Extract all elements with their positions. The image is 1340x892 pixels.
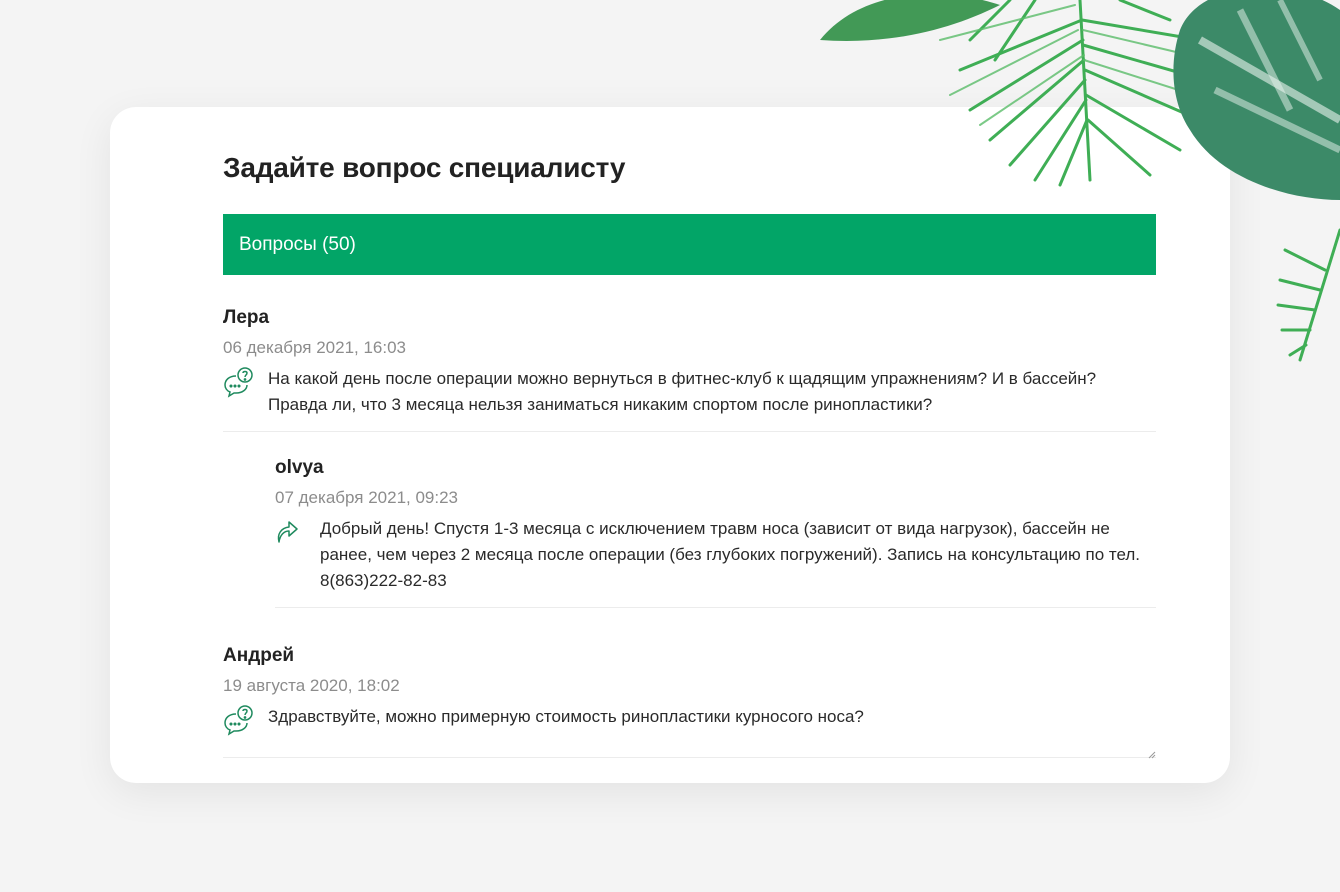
- resize-handle-icon[interactable]: [1148, 751, 1156, 759]
- section-title: Задайте вопрос специалисту: [223, 152, 626, 183]
- reply-arrow-icon: [275, 516, 320, 594]
- answer-date: 07 декабря 2021, 09:23: [275, 488, 459, 507]
- answer-author: olvya: [275, 457, 324, 478]
- questions-card: Задайте вопрос специалисту Вопросы (50) …: [110, 107, 1230, 783]
- question-date: 06 декабря 2021, 16:03: [223, 338, 407, 357]
- question-body: На какой день после операции можно верну…: [223, 366, 1156, 418]
- question-body: Здравствуйте, можно примерную стоимость …: [223, 704, 1156, 741]
- answer-text: Добрый день! Спустя 1-3 месяца с исключе…: [320, 519, 1141, 590]
- question-date: 19 августа 2020, 18:02: [223, 676, 400, 695]
- question-item: Лера 06 декабря 2021, 16:03 На какой ден…: [223, 307, 1156, 608]
- question-item: Андрей 19 августа 2020, 18:02 Здравствуй…: [223, 645, 1156, 759]
- divider: [223, 751, 1156, 759]
- question-author: Лера: [223, 307, 270, 328]
- question-author: Андрей: [223, 645, 295, 666]
- question-text: На какой день после операции можно верну…: [268, 369, 1097, 414]
- divider: [275, 607, 1156, 608]
- question-bubble-icon: [223, 704, 268, 741]
- answer-item: olvya 07 декабря 2021, 09:23 Добрый день…: [275, 457, 1156, 608]
- question-bubble-icon: [223, 366, 268, 418]
- tab-questions[interactable]: Вопросы (50): [223, 214, 1156, 275]
- tab-questions-label: Вопросы (50): [239, 233, 356, 255]
- divider: [223, 431, 1156, 432]
- question-text: Здравствуйте, можно примерную стоимость …: [268, 707, 864, 726]
- answer-body: Добрый день! Спустя 1-3 месяца с исключе…: [275, 516, 1156, 594]
